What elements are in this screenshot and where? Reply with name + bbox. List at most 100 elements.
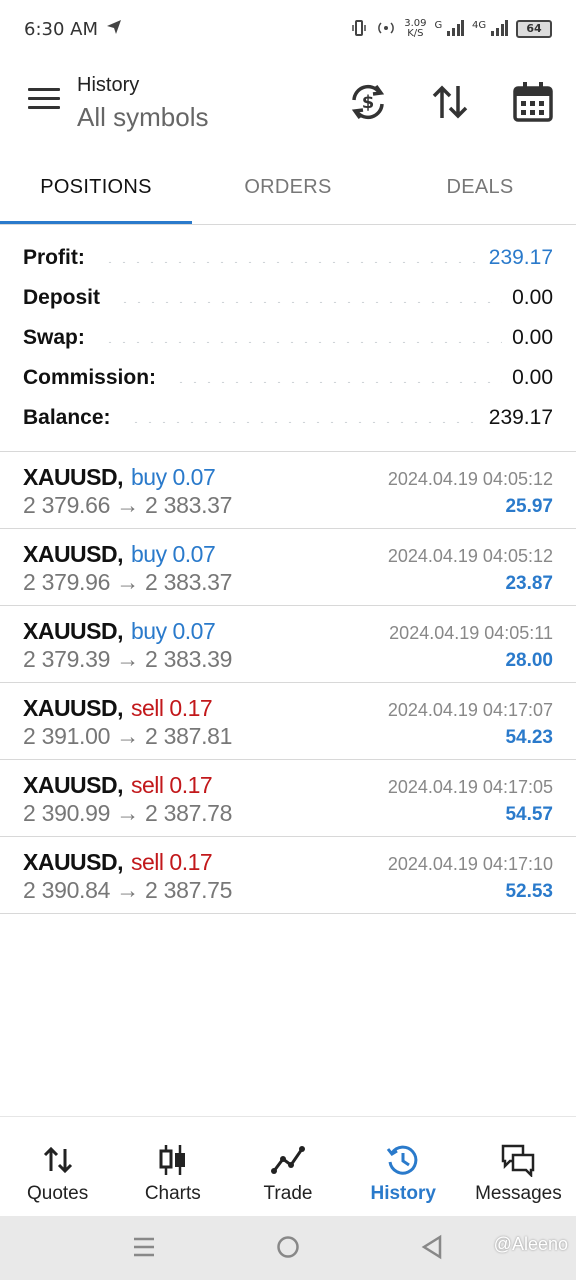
list-item[interactable]: XAUUSD, buy 0.07 2 379.66 → 2 383.37 2024… [0,452,576,529]
nav-charts[interactable]: Charts [115,1117,230,1216]
system-navigation-bar: @Aleeno [0,1216,576,1280]
network-speed: 3.09 K/S [404,19,426,39]
deal-symbol: XAUUSD, buy 0.07 [23,541,216,568]
list-item[interactable]: XAUUSD, sell 0.17 2 390.99 → 2 387.78 202… [0,760,576,837]
summary-commission: Commission: 0.00 [0,358,576,398]
nav-quotes[interactable]: Quotes [0,1117,115,1216]
deal-side: buy 0.07 [131,464,216,490]
deal-time: 2024.04.19 04:05:11 [389,623,553,643]
vibrate-icon [350,19,368,40]
nav-history[interactable]: History [346,1117,461,1216]
dotted-leader [174,381,503,383]
list-item[interactable]: XAUUSD, buy 0.07 2 379.39 → 2 383.39 2024… [0,606,576,683]
symbol-name: XAUUSD, [23,695,124,721]
deal-symbol: XAUUSD, buy 0.07 [23,464,216,491]
summary-deposit: Deposit 0.00 [0,278,576,318]
summary-label: Deposit [23,286,109,310]
network-type-1: G [434,19,443,31]
deal-profit: 25.97 [505,496,553,517]
symbol-name: XAUUSD, [23,464,124,490]
deal-profit: 54.57 [505,804,553,825]
status-bar: 6:30 AM 3.09 K/S G 4G 64 [0,0,576,58]
battery-icon: 64 [516,20,552,38]
list-item[interactable]: XAUUSD, sell 0.17 2 391.00 → 2 387.81 202… [0,683,576,760]
deal-side: buy 0.07 [131,618,216,644]
watermark: @Aleeno [493,1234,568,1254]
symbol-name: XAUUSD, [23,849,124,875]
svg-text:$: $ [362,92,375,113]
summary-value: 239.17 [488,406,553,429]
summary-label: Swap: [23,326,93,350]
history-clock-icon [387,1145,418,1175]
summary-panel: Profit: 239.17 Deposit 0.00 Swap: 0.00 C… [0,238,576,438]
deal-profit: 52.53 [505,881,553,902]
tabs-divider [0,224,576,225]
list-item[interactable]: XAUUSD, buy 0.07 2 379.96 → 2 383.37 2024… [0,529,576,606]
home-icon[interactable] [276,1234,300,1265]
nav-label: Messages [475,1183,562,1204]
deal-symbol: XAUUSD, sell 0.17 [23,695,213,722]
nav-label: History [370,1183,436,1204]
summary-profit: Profit: 239.17 [0,238,576,278]
summary-value: 239.17 [488,246,553,269]
summary-value: 0.00 [512,286,553,309]
dotted-leader [102,261,479,263]
menu-icon[interactable] [28,88,60,112]
deal-time: 2024.04.19 04:05:12 [387,469,553,489]
summary-balance: Balance: 239.17 [0,398,576,438]
recent-apps-icon[interactable] [132,1234,156,1265]
summary-value: 0.00 [512,366,553,389]
summary-label: Profit: [23,246,93,270]
nav-label: Charts [144,1183,201,1204]
deal-side: buy 0.07 [131,541,216,567]
symbol-name: XAUUSD, [23,541,124,567]
deal-prices: 2 390.84 → 2 387.75 [23,877,233,903]
nav-messages[interactable]: Messages [461,1117,576,1216]
symbol-filter[interactable]: All symbols [77,102,208,133]
dotted-leader [102,341,503,343]
deal-prices: 2 379.96 → 2 383.37 [23,569,233,595]
summary-swap: Swap: 0.00 [0,318,576,358]
signal-2-icon: 4G [472,19,508,39]
tab-positions[interactable]: POSITIONS [0,150,192,224]
status-icons: 3.09 K/S G 4G 64 [350,19,552,40]
symbol-name: XAUUSD, [23,618,124,644]
candlestick-icon [159,1145,185,1175]
nav-trade[interactable]: Trade [230,1117,345,1216]
history-tabs: POSITIONS ORDERS DEALS [0,150,576,224]
deal-side: sell 0.17 [131,849,213,875]
header-subtitle: History [77,74,140,96]
calendar-icon[interactable] [512,80,553,124]
deal-symbol: XAUUSD, sell 0.17 [23,849,213,876]
hotspot-icon [376,19,396,40]
app-header: History All symbols $ [0,58,576,150]
network-type-2: 4G [472,19,487,31]
back-icon[interactable] [420,1234,444,1265]
summary-label: Balance: [23,406,119,430]
deal-profit: 28.00 [505,650,553,671]
tab-orders[interactable]: ORDERS [192,150,384,224]
nav-label: Trade [263,1183,313,1204]
deal-prices: 2 391.00 → 2 387.81 [23,723,233,749]
deal-side: sell 0.17 [131,695,213,721]
deal-prices: 2 379.39 → 2 383.39 [23,646,233,672]
deal-time: 2024.04.19 04:17:05 [387,777,553,797]
deal-side: sell 0.17 [131,772,213,798]
dotted-leader [118,301,503,303]
summary-label: Commission: [23,366,165,390]
summary-value: 0.00 [512,326,553,349]
sort-icon[interactable] [430,80,470,124]
status-time: 6:30 AM [24,18,98,40]
currency-exchange-icon[interactable]: $ [348,80,388,124]
deal-profit: 23.87 [505,573,553,594]
list-item[interactable]: XAUUSD, sell 0.17 2 390.84 → 2 387.75 202… [0,837,576,914]
trade-line-icon [271,1146,305,1174]
deal-time: 2024.04.19 04:17:10 [387,854,553,874]
tab-deals[interactable]: DEALS [384,150,576,224]
signal-1-icon: G [434,19,465,39]
bottom-navigation: Quotes Charts Trade History Messages [0,1116,576,1216]
deal-prices: 2 390.99 → 2 387.78 [23,800,233,826]
send-icon [106,19,122,40]
speed-unit: K/S [407,28,424,39]
deal-time: 2024.04.19 04:17:07 [387,700,553,720]
